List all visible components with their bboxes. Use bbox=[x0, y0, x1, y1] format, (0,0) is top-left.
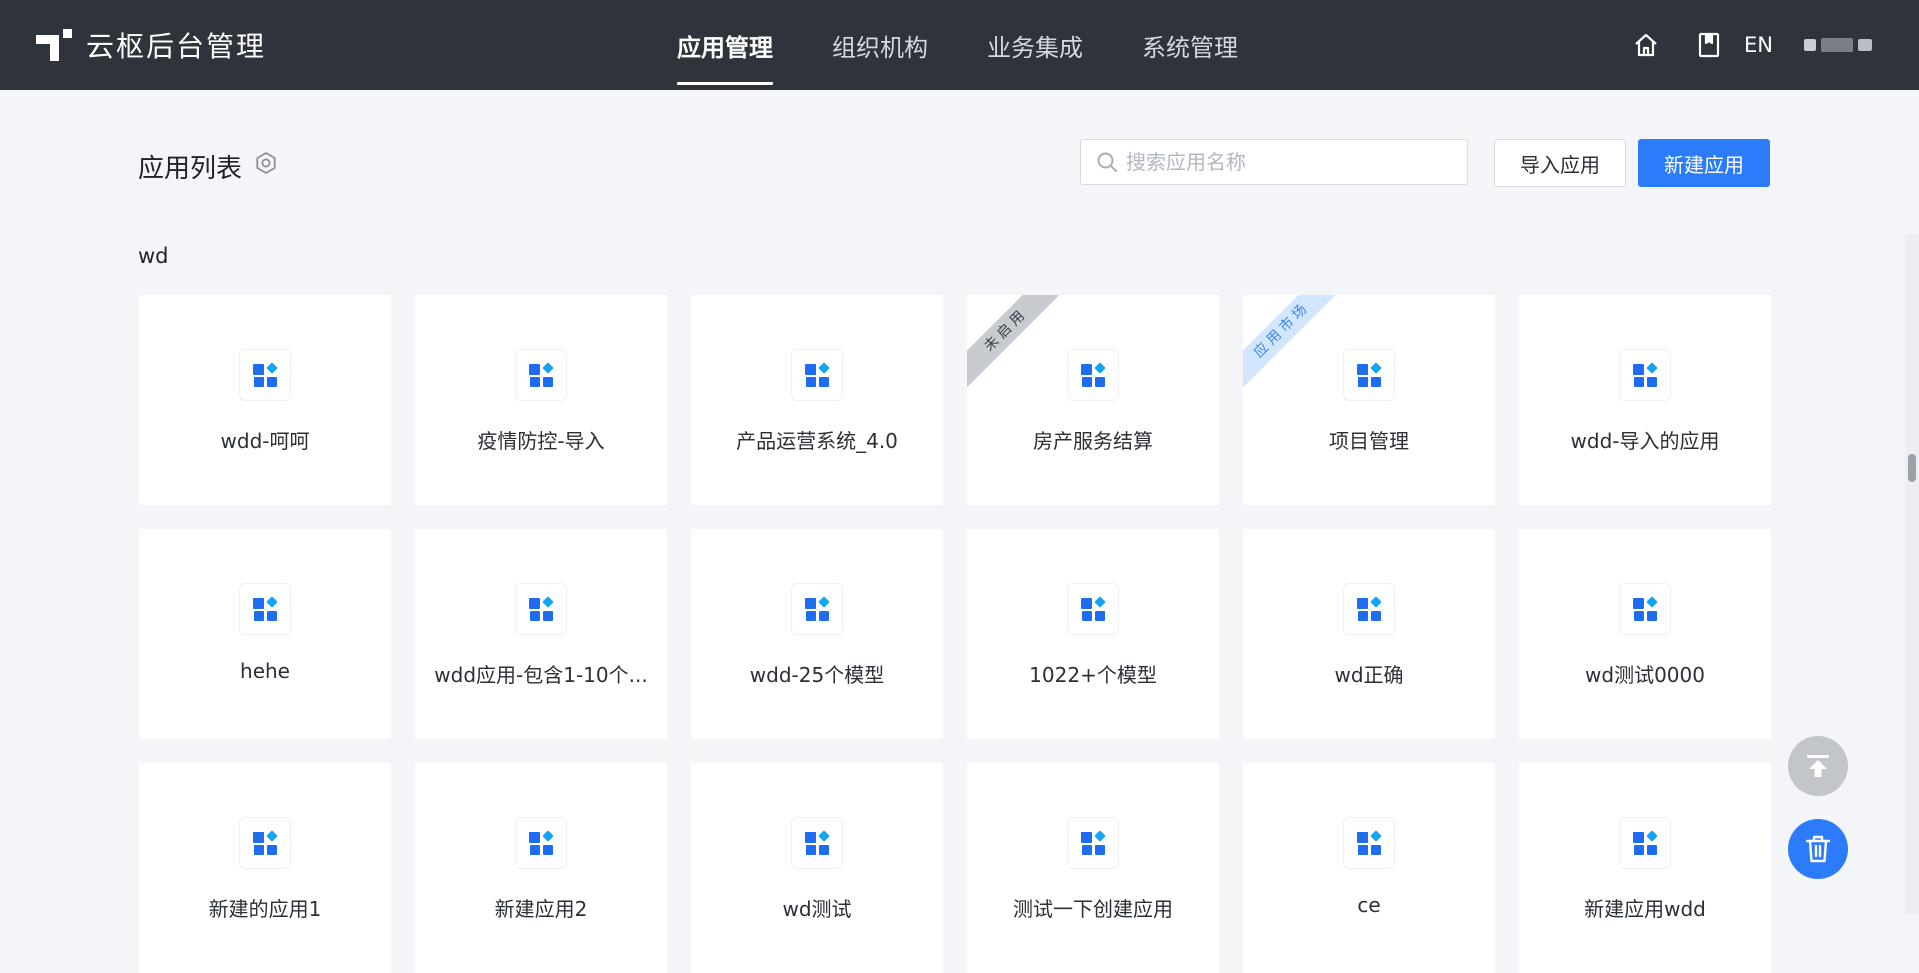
user-name-blurred bbox=[1821, 38, 1853, 52]
brand-name: 云枢后台管理 bbox=[86, 30, 267, 63]
app-card[interactable]: wdd-导入的应用 bbox=[1519, 295, 1771, 505]
user-avatar bbox=[1804, 39, 1816, 51]
app-name: wd正确 bbox=[1334, 663, 1404, 687]
user-menu-caret bbox=[1858, 39, 1872, 51]
app-card[interactable]: wd测试0000 bbox=[1519, 529, 1771, 739]
app-name: ce bbox=[1357, 893, 1381, 917]
new-app-button[interactable]: 新建应用 bbox=[1638, 139, 1770, 187]
book-icon[interactable] bbox=[1694, 30, 1724, 60]
app-name: 房产服务结算 bbox=[1033, 429, 1153, 453]
app-name: hehe bbox=[240, 659, 290, 683]
app-icon bbox=[1067, 583, 1119, 635]
app-card[interactable]: ce bbox=[1243, 763, 1495, 973]
app-card[interactable]: hehe bbox=[139, 529, 391, 739]
app-icon bbox=[1619, 817, 1671, 869]
app-name: wdd-导入的应用 bbox=[1570, 429, 1720, 453]
app-grid: wdd-呵呵 疫情防控-导入 产品运营系统_4.0 未启用 房产服务结算 应用市场 项目管理… bbox=[139, 295, 1771, 973]
app-icon bbox=[1619, 349, 1671, 401]
scrollbar-thumb[interactable] bbox=[1908, 454, 1916, 482]
app-icon bbox=[515, 349, 567, 401]
back-to-top-icon bbox=[1807, 755, 1829, 777]
nav-item-system-management[interactable]: 系统管理 bbox=[1142, 0, 1238, 90]
nav-item-integration[interactable]: 业务集成 bbox=[987, 0, 1083, 90]
user-menu[interactable] bbox=[1804, 32, 1872, 58]
app-name: 新建应用wdd bbox=[1584, 897, 1706, 921]
settings-icon[interactable] bbox=[254, 151, 278, 175]
app-icon bbox=[515, 583, 567, 635]
app-name: wd测试0000 bbox=[1585, 663, 1705, 687]
app-icon bbox=[1343, 817, 1395, 869]
app-name: wdd-25个模型 bbox=[749, 663, 885, 687]
app-status-ribbon: 应用市场 bbox=[1243, 295, 1345, 393]
import-app-button[interactable]: 导入应用 bbox=[1494, 139, 1626, 187]
app-name: 新建的应用1 bbox=[208, 897, 322, 921]
app-card[interactable]: 测试一下创建应用 bbox=[967, 763, 1219, 973]
app-icon bbox=[1067, 817, 1119, 869]
app-icon bbox=[239, 349, 291, 401]
search-box[interactable] bbox=[1080, 139, 1468, 185]
app-card[interactable]: 1022+个模型 bbox=[967, 529, 1219, 739]
app-card[interactable]: 新建应用wdd bbox=[1519, 763, 1771, 973]
app-card[interactable]: wd正确 bbox=[1243, 529, 1495, 739]
brand[interactable]: 云枢后台管理 bbox=[36, 26, 266, 64]
app-name: 1022+个模型 bbox=[1029, 663, 1157, 687]
app-card[interactable]: wd测试 bbox=[691, 763, 943, 973]
top-navigation-bar: 云枢后台管理 应用管理 组织机构 业务集成 系统管理 EN bbox=[0, 0, 1919, 90]
app-card[interactable]: wdd-呵呵 bbox=[139, 295, 391, 505]
app-card[interactable]: 未启用房产服务结算 bbox=[967, 295, 1219, 505]
app-name: 疫情防控-导入 bbox=[477, 429, 605, 453]
app-card[interactable]: 应用市场项目管理 bbox=[1243, 295, 1495, 505]
home-icon[interactable] bbox=[1631, 30, 1661, 60]
back-to-top-button[interactable] bbox=[1788, 736, 1848, 796]
app-card[interactable]: 新建应用2 bbox=[415, 763, 667, 973]
app-icon bbox=[791, 349, 843, 401]
app-card[interactable]: 新建的应用1 bbox=[139, 763, 391, 973]
app-name: 新建应用2 bbox=[494, 897, 588, 921]
app-card[interactable]: wdd应用-包含1-10个... bbox=[415, 529, 667, 739]
app-icon bbox=[239, 817, 291, 869]
group-title: wd bbox=[138, 244, 169, 268]
page-title: 应用列表 bbox=[138, 154, 243, 184]
app-name: wdd-呵呵 bbox=[220, 429, 310, 453]
trash-icon bbox=[1805, 835, 1831, 863]
app-name: wd测试 bbox=[782, 897, 852, 921]
recycle-bin-button[interactable] bbox=[1788, 819, 1848, 879]
app-icon bbox=[1619, 583, 1671, 635]
app-icon bbox=[791, 583, 843, 635]
nav-item-app-management[interactable]: 应用管理 bbox=[677, 0, 773, 90]
app-name: 产品运营系统_4.0 bbox=[736, 429, 898, 453]
language-switch[interactable]: EN bbox=[1744, 30, 1773, 60]
app-icon bbox=[239, 583, 291, 635]
app-card[interactable]: 产品运营系统_4.0 bbox=[691, 295, 943, 505]
nav-item-organization[interactable]: 组织机构 bbox=[832, 0, 928, 90]
main-nav: 应用管理 组织机构 业务集成 系统管理 bbox=[677, 0, 1238, 90]
app-name: 测试一下创建应用 bbox=[1013, 897, 1173, 921]
app-name: wdd应用-包含1-10个... bbox=[434, 663, 648, 687]
app-icon bbox=[791, 817, 843, 869]
app-icon bbox=[1343, 583, 1395, 635]
app-name: 项目管理 bbox=[1329, 429, 1409, 453]
search-input[interactable] bbox=[1124, 149, 1458, 175]
search-icon bbox=[1097, 152, 1117, 172]
app-status-ribbon: 未启用 bbox=[967, 295, 1069, 393]
app-card[interactable]: wdd-25个模型 bbox=[691, 529, 943, 739]
app-icon bbox=[1343, 349, 1395, 401]
scrollbar[interactable] bbox=[1905, 234, 1919, 914]
app-icon bbox=[1067, 349, 1119, 401]
app-icon bbox=[515, 817, 567, 869]
brand-logo-icon bbox=[36, 29, 72, 61]
app-card[interactable]: 疫情防控-导入 bbox=[415, 295, 667, 505]
